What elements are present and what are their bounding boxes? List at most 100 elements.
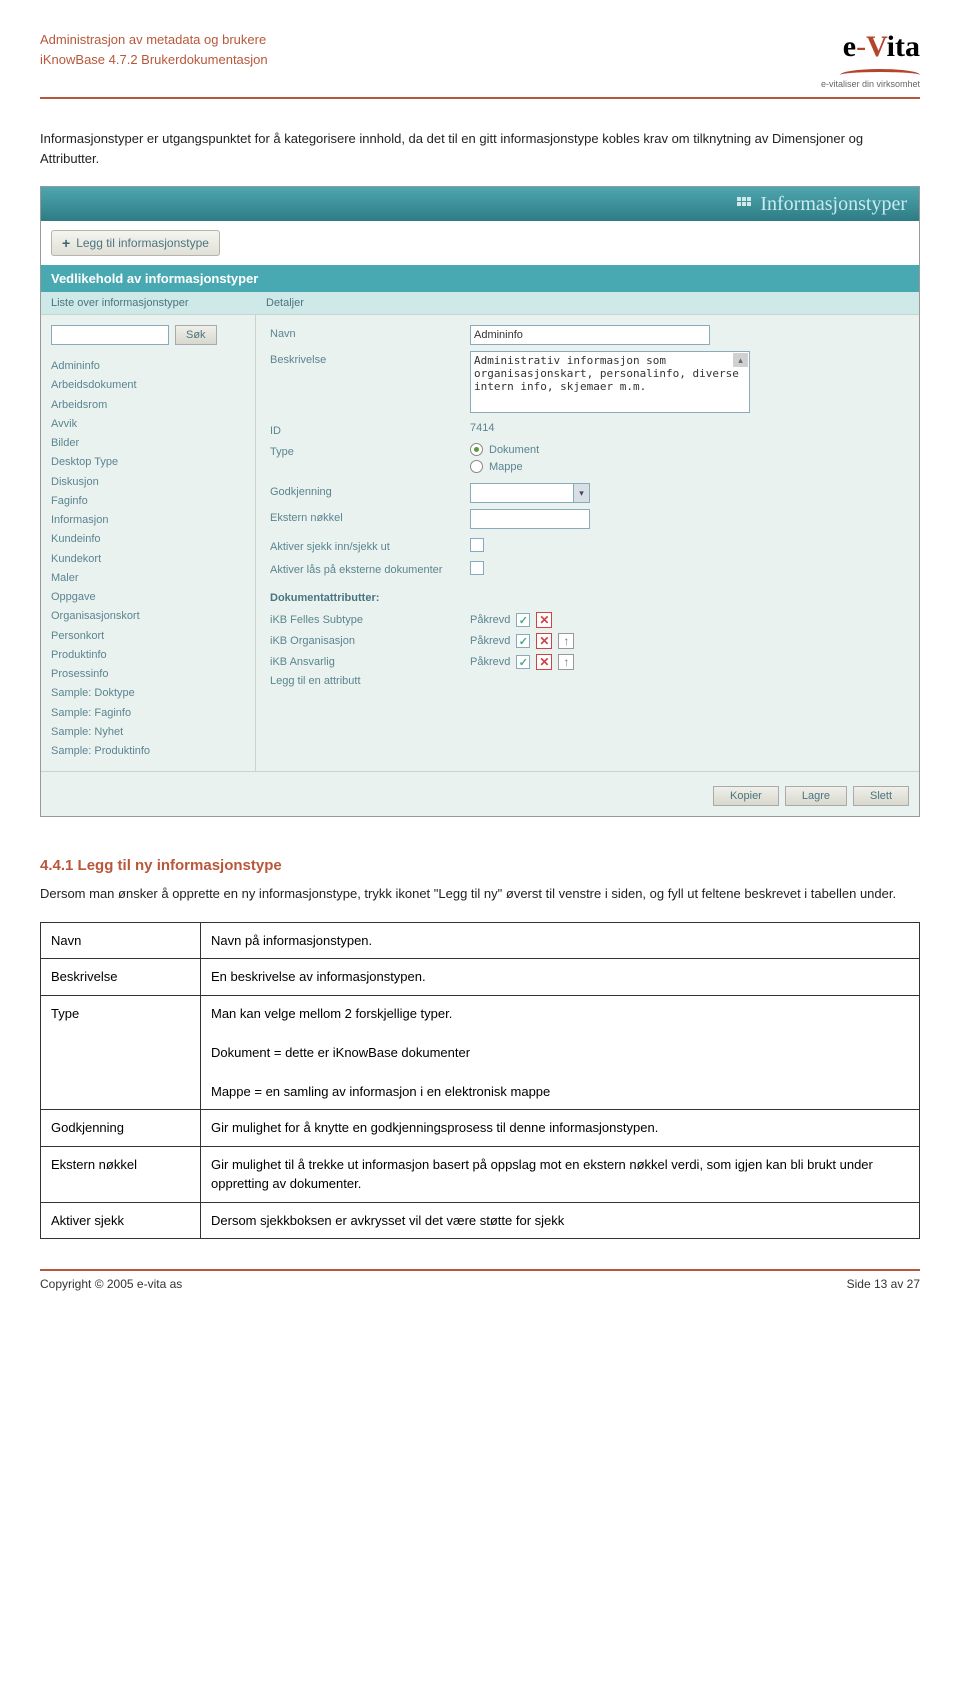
delete-icon[interactable]: ✕ (536, 633, 552, 649)
list-item[interactable]: Organisasjonskort (51, 607, 245, 626)
req-checkbox-1[interactable] (516, 613, 530, 627)
radio-dokument[interactable] (470, 443, 483, 456)
list-item[interactable]: Diskusjon (51, 473, 245, 492)
attr-label-2: iKB Organisasjon (270, 635, 470, 647)
id-label: ID (270, 422, 470, 437)
tab-details[interactable]: Detaljer (256, 292, 919, 314)
move-up-icon[interactable]: ↑ (558, 654, 574, 670)
list-item[interactable]: Arbeidsdokument (51, 376, 245, 395)
cell-aktiver-desc: Dersom sjekkboksen er avkrysset vil det … (201, 1202, 920, 1239)
req-label: Påkrevd (470, 635, 510, 647)
list-item[interactable]: Arbeidsrom (51, 396, 245, 415)
list-item[interactable]: Produktinfo (51, 646, 245, 665)
aktiver-las-label: Aktiver lås på eksterne dokumenter (270, 561, 470, 576)
radio-dokument-label: Dokument (489, 444, 539, 456)
beskrivelse-label: Beskrivelse (270, 351, 470, 366)
aktiver-sjekk-checkbox[interactable] (470, 538, 484, 552)
delete-icon[interactable]: ✕ (536, 654, 552, 670)
list-item[interactable]: Faginfo (51, 492, 245, 511)
table-row: Beskrivelse En beskrivelse av informasjo… (41, 959, 920, 996)
list-item[interactable]: Admininfo (51, 357, 245, 376)
search-input[interactable] (51, 325, 169, 345)
req-checkbox-3[interactable] (516, 655, 530, 669)
aktiver-las-checkbox[interactable] (470, 561, 484, 575)
description-table: Navn Navn på informasjonstypen. Beskrive… (40, 922, 920, 1240)
list-item[interactable]: Oppgave (51, 588, 245, 607)
cell-godkjenning-label: Godkjenning (41, 1110, 201, 1147)
doc-title-line1: Administrasjon av metadata og brukere (40, 30, 268, 50)
section-paragraph: Dersom man ønsker å opprette en ny infor… (40, 884, 920, 904)
intro-paragraph: Informasjonstyper er utgangspunktet for … (40, 129, 920, 168)
search-button[interactable]: Søk (175, 325, 217, 345)
req-label: Påkrevd (470, 614, 510, 626)
add-attr-link[interactable]: Legg til en attributt (270, 675, 470, 687)
list-item[interactable]: Sample: Nyhet (51, 723, 245, 742)
add-infotype-button[interactable]: + Legg til informasjonstype (51, 230, 220, 256)
req-label: Påkrevd (470, 656, 510, 668)
section-heading: 4.4.1 Legg til ny informasjonstype (40, 857, 920, 874)
list-item[interactable]: Desktop Type (51, 453, 245, 472)
cell-beskrivelse-label: Beskrivelse (41, 959, 201, 996)
list-item[interactable]: Sample: Produktinfo (51, 742, 245, 761)
attr-label-1: iKB Felles Subtype (270, 614, 470, 626)
list-item[interactable]: Kundekort (51, 550, 245, 569)
ekstern-label: Ekstern nøkkel (270, 509, 470, 524)
aktiver-sjekk-label: Aktiver sjekk inn/sjekk ut (270, 538, 470, 553)
table-row: Type Man kan velge mellom 2 forskjellige… (41, 995, 920, 1110)
footer-page: Side 13 av 27 (847, 1277, 920, 1291)
list-item[interactable]: Kundeinfo (51, 530, 245, 549)
cell-ekstern-desc: Gir mulighet til å trekke ut informasjon… (201, 1146, 920, 1202)
list-item[interactable]: Bilder (51, 434, 245, 453)
table-row: Aktiver sjekk Dersom sjekkboksen er avkr… (41, 1202, 920, 1239)
grid-icon (736, 196, 752, 212)
list-item[interactable]: Avvik (51, 415, 245, 434)
list-item[interactable]: Prosessinfo (51, 665, 245, 684)
move-up-icon[interactable]: ↑ (558, 633, 574, 649)
footer-copyright: Copyright © 2005 e-vita as (40, 1277, 182, 1291)
chevron-down-icon: ▾ (573, 484, 589, 502)
cell-type-label: Type (41, 995, 201, 1110)
delete-icon[interactable]: ✕ (536, 612, 552, 628)
list-item[interactable]: Informasjon (51, 511, 245, 530)
plus-icon: + (62, 235, 70, 251)
logo-tagline: e-vitaliser din virksomhet (821, 79, 920, 89)
infotype-list: Admininfo Arbeidsdokument Arbeidsrom Avv… (51, 357, 245, 761)
cell-ekstern-label: Ekstern nøkkel (41, 1146, 201, 1202)
list-item[interactable]: Maler (51, 569, 245, 588)
radio-mappe-label: Mappe (489, 461, 523, 473)
godkjenning-label: Godkjenning (270, 483, 470, 498)
cell-godkjenning-desc: Gir mulighet for å knytte en godkjenning… (201, 1110, 920, 1147)
list-item[interactable]: Personkort (51, 627, 245, 646)
lagre-button[interactable]: Lagre (785, 786, 847, 806)
scroll-up-icon[interactable]: ▴ (733, 353, 748, 367)
id-value: 7414 (470, 422, 905, 434)
navn-input[interactable] (470, 325, 710, 345)
type-label: Type (270, 443, 470, 458)
logo: e-Vita e-vitaliser din virksomhet (821, 30, 920, 89)
table-row: Godkjenning Gir mulighet for å knytte en… (41, 1110, 920, 1147)
doc-title-line2: iKnowBase 4.7.2 Brukerdokumentasjon (40, 50, 268, 70)
navn-label: Navn (270, 325, 470, 340)
beskrivelse-textarea[interactable] (470, 351, 750, 413)
list-item[interactable]: Sample: Faginfo (51, 704, 245, 723)
cell-navn-desc: Navn på informasjonstypen. (201, 922, 920, 959)
cell-navn-label: Navn (41, 922, 201, 959)
attr-label-3: iKB Ansvarlig (270, 656, 470, 668)
radio-mappe[interactable] (470, 460, 483, 473)
add-infotype-label: Legg til informasjonstype (76, 236, 209, 250)
tab-list[interactable]: Liste over informasjonstyper (41, 292, 256, 314)
ekstern-input[interactable] (470, 509, 590, 529)
attr-header: Dokumentattributter: (270, 592, 905, 604)
cell-aktiver-label: Aktiver sjekk (41, 1202, 201, 1239)
slett-button[interactable]: Slett (853, 786, 909, 806)
cell-beskrivelse-desc: En beskrivelse av informasjonstypen. (201, 959, 920, 996)
cell-type-desc: Man kan velge mellom 2 forskjellige type… (201, 995, 920, 1110)
godkjenning-select[interactable]: ▾ (470, 483, 590, 503)
table-row: Ekstern nøkkel Gir mulighet til å trekke… (41, 1146, 920, 1202)
panel-header: Vedlikehold av informasjonstyper (41, 265, 919, 292)
app-screenshot: Informasjonstyper + Legg til informasjon… (40, 186, 920, 817)
req-checkbox-2[interactable] (516, 634, 530, 648)
kopier-button[interactable]: Kopier (713, 786, 779, 806)
app-title: Informasjonstyper (760, 193, 907, 216)
list-item[interactable]: Sample: Doktype (51, 684, 245, 703)
